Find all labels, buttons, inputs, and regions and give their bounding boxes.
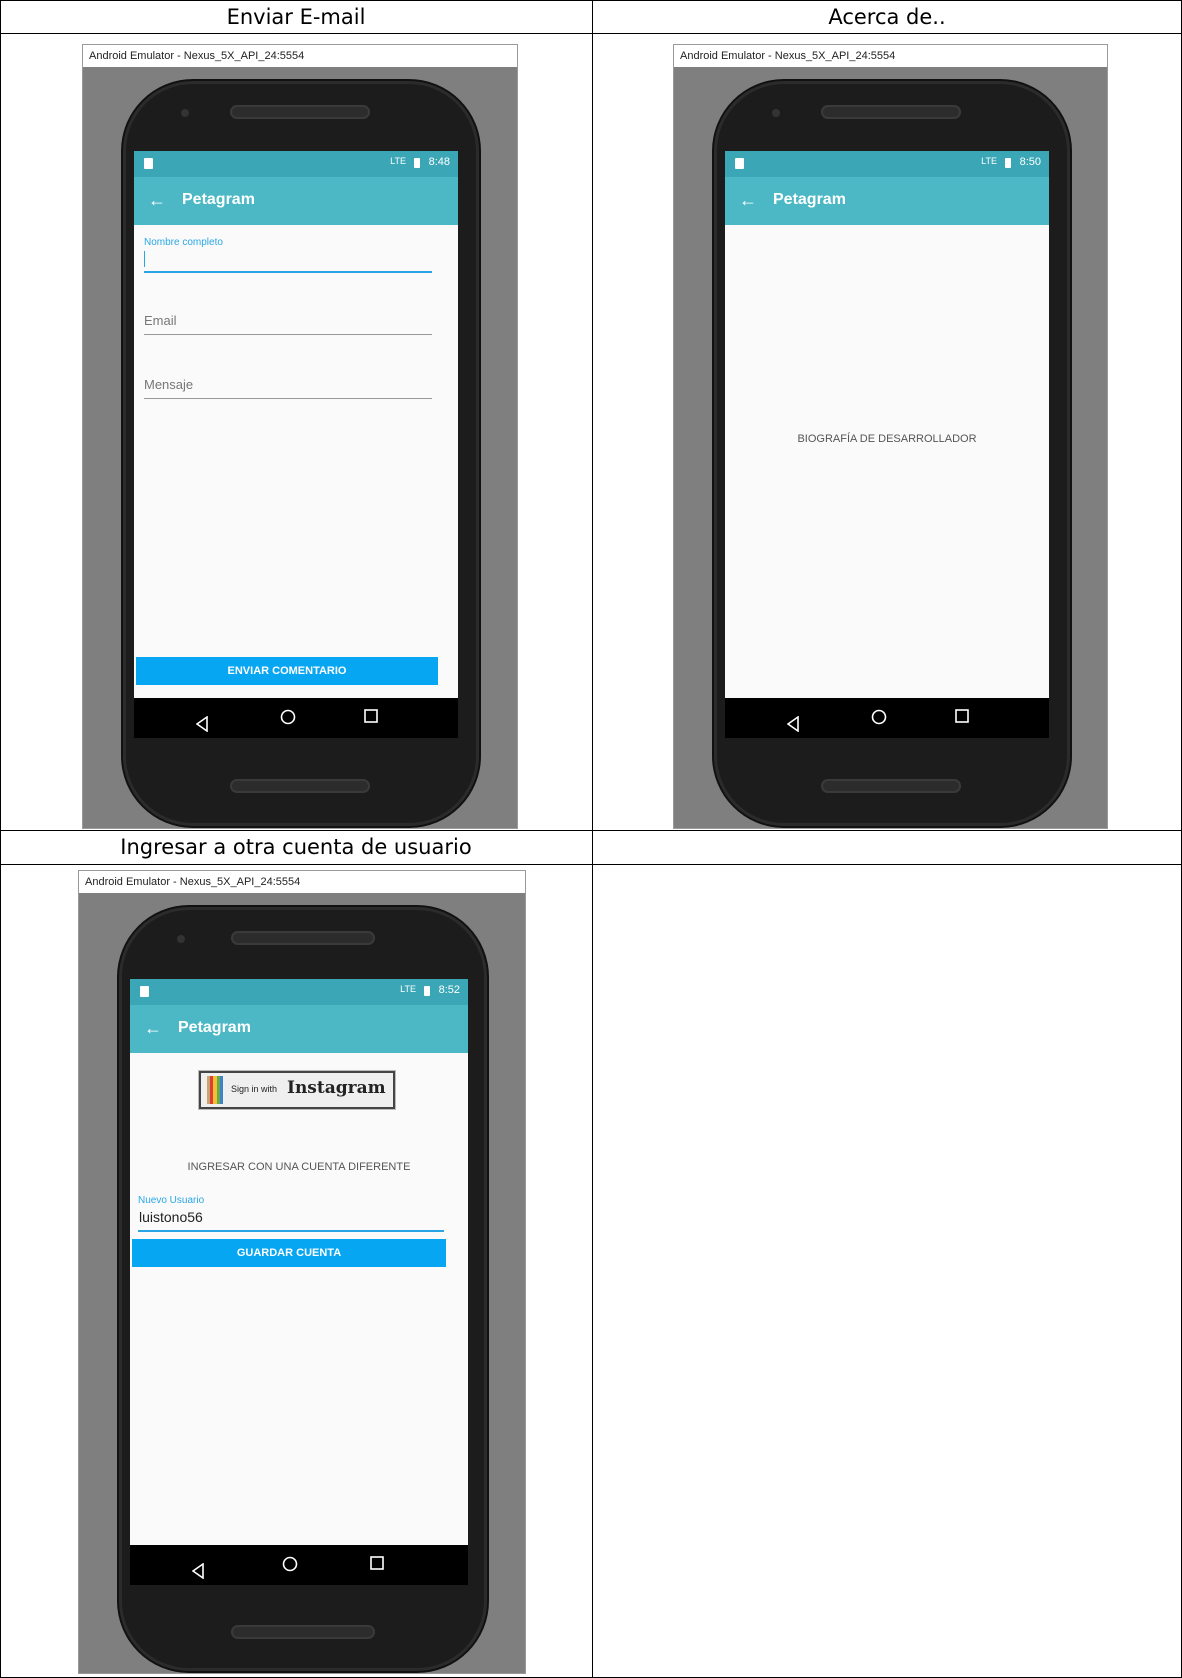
emulator-title: Android Emulator - Nexus_5X_API_24:5554 [79, 871, 525, 893]
instagram-signin-brand-text: Instagram [287, 1078, 386, 1098]
speaker-grille-bottom [230, 779, 370, 793]
nav-recent-icon[interactable] [364, 709, 378, 723]
nav-back-icon[interactable] [787, 709, 799, 732]
app-title: Petagram [178, 1019, 251, 1036]
phone-screen: LTE 8:52 ← Petagram Sign in with Instagr… [130, 979, 468, 1585]
message-field[interactable]: Mensaje [144, 377, 193, 392]
cell-title-about: Acerca de.. [828, 5, 946, 29]
status-bar: LTE 8:52 [130, 979, 468, 1005]
table-divider [0, 864, 1182, 865]
nav-home-icon[interactable] [871, 709, 887, 725]
instagram-logo-icon [207, 1076, 224, 1104]
nav-home-icon[interactable] [282, 1556, 298, 1572]
status-bar: LTE 8:48 [134, 151, 458, 177]
nav-back-icon[interactable] [196, 709, 208, 732]
emulator-title: Android Emulator - Nexus_5X_API_24:5554 [83, 45, 517, 67]
sd-card-icon [144, 158, 153, 169]
status-time: 8:52 [438, 984, 460, 996]
phone-screen: LTE 8:48 ← Petagram Nombre completo Emai… [134, 151, 458, 738]
signal-icon: LTE [981, 156, 997, 166]
speaker-grille-top [231, 931, 375, 945]
new-user-field-label: Nuevo Usuario [138, 1195, 205, 1206]
nav-bar [130, 1545, 468, 1585]
emulator-window-email: Android Emulator - Nexus_5X_API_24:5554 … [82, 44, 518, 829]
signal-icon: LTE [400, 984, 416, 994]
camera-icon [177, 935, 185, 943]
name-field-label: Nombre completo [144, 237, 223, 248]
email-field[interactable]: Email [144, 313, 177, 328]
new-user-field[interactable]: Nuevo Usuario [138, 1195, 204, 1206]
back-arrow-icon[interactable]: ← [148, 189, 166, 211]
signal-icon: LTE [390, 156, 406, 166]
app-title: Petagram [773, 191, 846, 208]
message-field-underline [144, 398, 432, 399]
battery-icon [414, 158, 420, 168]
emulator-window-account: Android Emulator - Nexus_5X_API_24:5554 … [78, 870, 526, 1674]
speaker-grille-top [821, 105, 961, 119]
save-account-button[interactable]: GUARDAR CUENTA [132, 1239, 446, 1267]
back-arrow-icon[interactable]: ← [739, 189, 757, 211]
app-bar: ← Petagram [130, 1005, 468, 1053]
emulator-window-about: Android Emulator - Nexus_5X_API_24:5554 … [673, 44, 1108, 829]
name-field-underline [144, 271, 432, 273]
app-bar: ← Petagram [725, 177, 1049, 225]
phone-screen: LTE 8:50 ← Petagram BIOGRAFÍA DE DESARRO… [725, 151, 1049, 738]
camera-icon [181, 109, 189, 117]
developer-bio-text: BIOGRAFÍA DE DESARROLLADOR [797, 433, 977, 445]
sd-card-icon [140, 986, 149, 997]
cell-title-account: Ingresar a otra cuenta de usuario [120, 835, 472, 859]
status-bar: LTE 8:50 [725, 151, 1049, 177]
emulator-title: Android Emulator - Nexus_5X_API_24:5554 [674, 45, 1107, 67]
nav-back-icon[interactable] [192, 1556, 204, 1579]
status-time: 8:48 [428, 156, 450, 168]
back-arrow-icon[interactable]: ← [144, 1017, 162, 1039]
text-cursor [144, 251, 145, 267]
send-comment-button[interactable]: ENVIAR COMENTARIO [136, 657, 438, 685]
app-bar: ← Petagram [134, 177, 458, 225]
table-divider [0, 33, 1182, 34]
nav-bar [725, 698, 1049, 738]
new-user-input-value[interactable]: luistono56 [139, 1209, 203, 1225]
speaker-grille-bottom [821, 779, 961, 793]
instagram-signin-small-text: Sign in with [231, 1084, 278, 1094]
phone-frame: LTE 8:50 ← Petagram BIOGRAFÍA DE DESARRO… [714, 81, 1070, 826]
nav-recent-icon[interactable] [955, 709, 969, 723]
phone-frame: LTE 8:52 ← Petagram Sign in with Instagr… [119, 907, 487, 1671]
name-field[interactable]: Nombre completo [144, 237, 434, 248]
phone-frame: LTE 8:48 ← Petagram Nombre completo Emai… [123, 81, 479, 826]
cell-title-email: Enviar E-mail [226, 5, 366, 29]
table-divider [592, 0, 593, 1678]
camera-icon [772, 109, 780, 117]
battery-icon [1005, 158, 1011, 168]
speaker-grille-bottom [231, 1625, 375, 1639]
instagram-signin-button[interactable]: Sign in with Instagram [199, 1071, 395, 1109]
nav-home-icon[interactable] [280, 709, 296, 725]
nav-bar [134, 698, 458, 738]
different-account-heading: INGRESAR CON UNA CUENTA DIFERENTE [187, 1161, 411, 1173]
email-field-underline [144, 334, 432, 335]
speaker-grille-top [230, 105, 370, 119]
battery-icon [424, 986, 430, 996]
sd-card-icon [735, 158, 744, 169]
nav-recent-icon[interactable] [370, 1556, 384, 1570]
app-title: Petagram [182, 191, 255, 208]
new-user-field-underline [138, 1230, 444, 1232]
status-time: 8:50 [1019, 156, 1041, 168]
